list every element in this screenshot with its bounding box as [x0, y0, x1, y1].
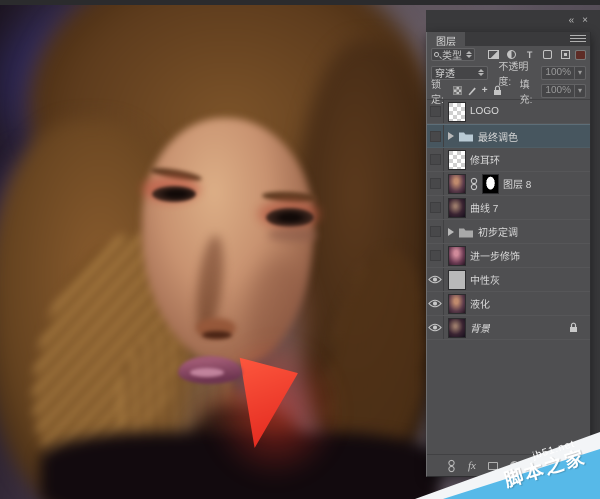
layer-name: LOGO [470, 106, 499, 117]
tab-bar-spacer [465, 32, 570, 46]
visibility-well[interactable] [427, 244, 444, 267]
filter-shape-layers-button[interactable] [542, 49, 554, 60]
canvas-top-strip [0, 0, 600, 5]
visibility-well[interactable] [427, 316, 444, 339]
panel-tab-bar: 图层 [427, 32, 590, 48]
lock-all-icon[interactable] [493, 85, 502, 96]
layer-name: 进一步修饰 [470, 252, 520, 263]
blend-opacity-row: 穿透 不透明度: 100% ▾ [427, 62, 590, 88]
layer-row-curves-7[interactable]: 曲线 7 [427, 196, 590, 220]
layer-row-neutral-gray[interactable]: 中性灰 [427, 268, 590, 292]
eye-hidden-well [429, 130, 441, 142]
panel-menu-icon[interactable] [570, 35, 586, 43]
eye-hidden-well [429, 202, 441, 213]
visibility-well[interactable] [427, 292, 444, 315]
photoshop-window: « × 图层 类型 T 穿透 不透明度: 100% ▾ 锁定: + 填充: 10… [0, 0, 600, 499]
eye-icon [428, 323, 442, 332]
layer-row-layer-8[interactable]: 图层 8 [427, 172, 590, 196]
mask-link-icon[interactable] [470, 177, 478, 191]
layer-thumbnail[interactable] [448, 245, 466, 266]
layer-row-liquify[interactable]: 液化 [427, 292, 590, 316]
visibility-well[interactable] [427, 125, 444, 147]
opacity-field[interactable]: 100% ▾ [541, 65, 586, 80]
layer-thumbnail[interactable] [448, 101, 466, 122]
tab-layers[interactable]: 图层 [427, 32, 465, 48]
visibility-well[interactable] [427, 100, 444, 123]
layer-thumbnail[interactable] [448, 149, 466, 170]
eye-hidden-well [429, 178, 441, 189]
search-icon [434, 52, 439, 57]
layer-name: 图层 8 [503, 180, 532, 191]
lock-buttons: + [452, 85, 502, 96]
visibility-well[interactable] [427, 172, 444, 195]
filter-toggle-switch[interactable] [574, 49, 586, 60]
layer-row-further-retouch[interactable]: 进一步修饰 [427, 244, 590, 268]
fill-value: 100% [545, 85, 571, 96]
photo-art-lip-gloss [190, 368, 224, 377]
link-layers-icon[interactable] [447, 459, 456, 473]
lock-transparent-pixels-icon[interactable] [452, 86, 462, 95]
eye-hidden-well [429, 250, 441, 261]
folder-icon [459, 132, 473, 142]
lock-image-pixels-brush-icon[interactable] [467, 86, 477, 96]
layer-row-final-grading-group[interactable]: 最终调色 [427, 124, 590, 148]
layer-thumbnail[interactable] [448, 173, 466, 194]
background-lock-icon [570, 322, 577, 332]
smart-object-icon [561, 50, 571, 59]
group-expand-icon[interactable] [448, 132, 454, 140]
photo-art-eye [152, 186, 196, 202]
layer-thumbnail[interactable] [448, 317, 466, 338]
visibility-well[interactable] [427, 196, 444, 219]
eye-hidden-well [429, 154, 441, 165]
close-panel-icon[interactable]: × [582, 16, 588, 26]
eye-hidden-well [429, 226, 441, 237]
layer-name: 曲线 7 [470, 204, 499, 215]
photo-art-eye [266, 208, 314, 227]
layer-thumbnail[interactable] [448, 197, 466, 218]
shape-icon [543, 50, 553, 59]
layer-name: 初步定调 [478, 228, 518, 239]
photo-art-nostril [202, 331, 232, 339]
fill-field[interactable]: 100% ▾ [541, 83, 586, 98]
layer-row-fix-earring[interactable]: 修耳环 [427, 148, 590, 172]
workspace-right-strip [591, 10, 600, 477]
photo-art-undereye [268, 228, 318, 242]
layer-list: LOGO 最终调色 修耳环 图层 8 曲线 7 初步定调 进一步修饰 中性灰 液… [427, 100, 590, 340]
layer-thumbnail[interactable] [448, 293, 466, 314]
layer-row-logo[interactable]: LOGO [427, 100, 590, 124]
eye-icon [428, 299, 442, 308]
filter-kind-dropdown[interactable]: 类型 [431, 48, 475, 62]
opacity-value: 100% [545, 67, 571, 78]
lock-position-move-icon[interactable]: + [482, 85, 488, 96]
visibility-well[interactable] [427, 220, 444, 243]
layer-thumbnail[interactable] [448, 269, 466, 290]
chevron-updown-icon [478, 69, 485, 76]
eye-hidden-well [429, 106, 441, 117]
layer-name: 背景 [470, 324, 490, 335]
collapse-panel-icon[interactable]: « [569, 16, 575, 26]
visibility-well[interactable] [427, 268, 444, 291]
visibility-well[interactable] [427, 148, 444, 171]
layer-mask-thumbnail[interactable] [482, 173, 499, 194]
chevron-down-icon[interactable]: ▾ [573, 84, 585, 97]
filter-kind-label: 类型 [442, 51, 462, 62]
layer-name: 最终调色 [478, 132, 518, 144]
folder-icon [459, 228, 473, 237]
layer-name: 中性灰 [470, 276, 500, 287]
chevron-down-icon[interactable]: ▾ [574, 66, 585, 79]
layers-panel: 图层 类型 T 穿透 不透明度: 100% ▾ 锁定: + 填充: 100% ▾… [426, 32, 591, 477]
layer-name: 液化 [470, 300, 490, 311]
layer-name: 修耳环 [470, 156, 500, 167]
panel-group-titlebar: « × [426, 10, 600, 32]
eye-icon [428, 275, 442, 284]
layer-style-fx-icon[interactable]: fx [468, 460, 476, 472]
filter-smart-objects-button[interactable] [560, 49, 572, 60]
group-expand-icon[interactable] [448, 227, 454, 236]
layer-row-background[interactable]: 背景 [427, 316, 590, 340]
chevron-updown-icon [465, 51, 472, 58]
layer-row-initial-toning-group[interactable]: 初步定调 [427, 220, 590, 244]
